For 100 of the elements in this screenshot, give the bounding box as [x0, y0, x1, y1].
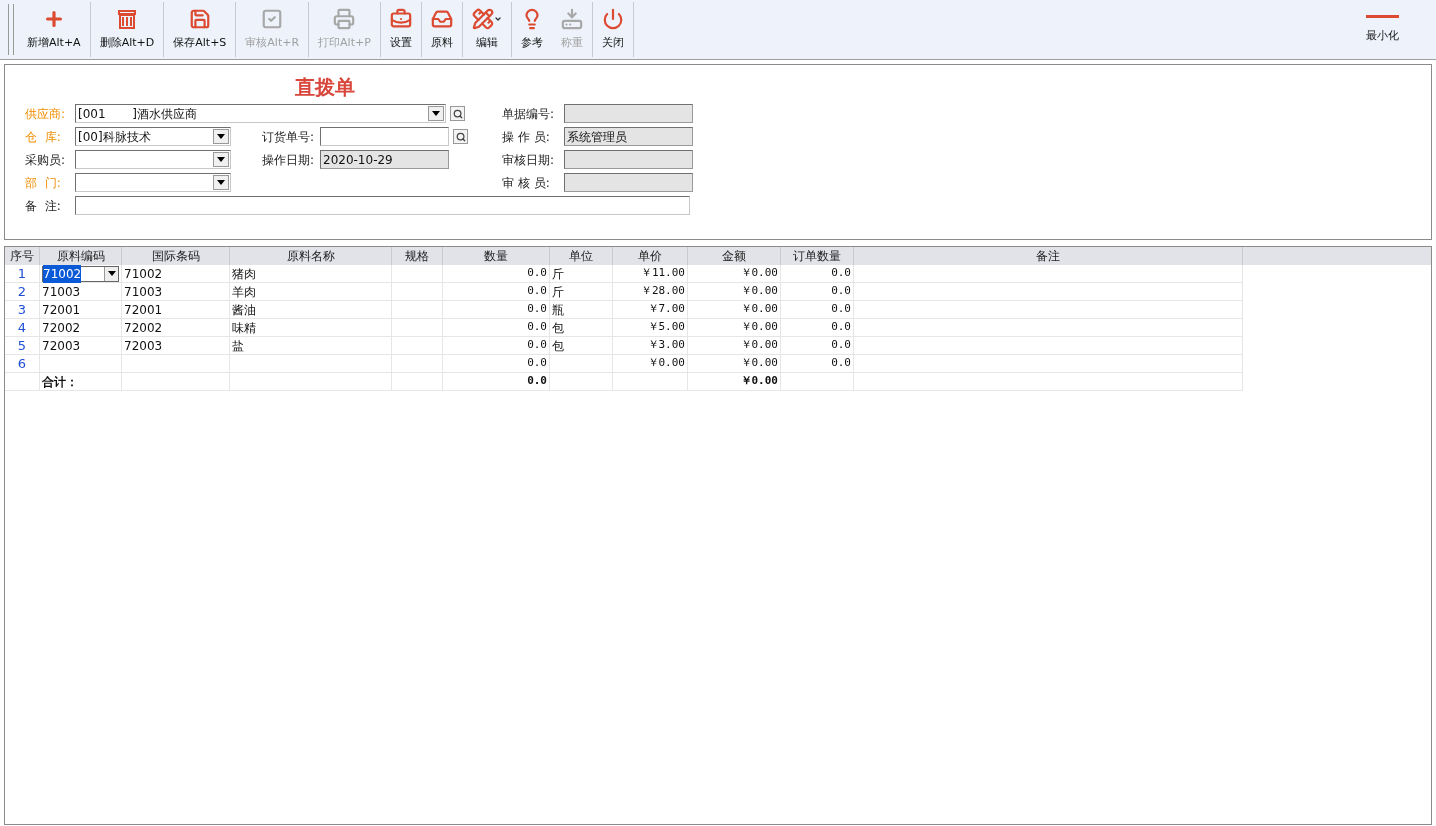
- column-header: 金额: [688, 247, 781, 265]
- form-title: 直拨单: [294, 75, 356, 99]
- total-cell: ￥0.00: [688, 373, 781, 391]
- table-cell: 0.0: [443, 319, 550, 337]
- dropdown-button[interactable]: [428, 106, 444, 121]
- table-cell: 0.0: [443, 301, 550, 319]
- toolbar-button[interactable]: 原料: [421, 2, 462, 57]
- table-cell: ￥3.00: [613, 337, 688, 355]
- caret-icon: [217, 134, 225, 139]
- field-label: 审 核 员:: [502, 174, 551, 192]
- column-header: 原料名称: [230, 247, 392, 265]
- field-label: 备 注:: [25, 197, 62, 215]
- column-header: 国际条码: [122, 247, 230, 265]
- table-cell: 0.0: [781, 337, 854, 355]
- table-cell: [392, 265, 443, 283]
- table-cell: 猪肉: [230, 265, 392, 283]
- column-header: 规格: [392, 247, 443, 265]
- input-field[interactable]: [564, 173, 693, 192]
- dropdown-field[interactable]: [75, 150, 231, 169]
- table-cell: 71003: [122, 283, 230, 301]
- field-label: 供应商:: [25, 105, 67, 123]
- table-cell: [392, 283, 443, 301]
- table-cell: 2: [5, 283, 40, 301]
- table-cell: ￥0.00: [688, 337, 781, 355]
- toolbar-button[interactable]: 关闭: [592, 2, 633, 57]
- table-cell: ￥28.00: [613, 283, 688, 301]
- dropdown-field[interactable]: [00]科脉技术: [75, 127, 231, 146]
- table-cell: 0.0: [443, 283, 550, 301]
- dropdown-field[interactable]: [75, 173, 231, 192]
- dropdown-button[interactable]: [213, 175, 229, 190]
- search-button[interactable]: [450, 106, 465, 121]
- table-cell: 0.0: [443, 265, 550, 283]
- table-cell: ￥0.00: [688, 283, 781, 301]
- caret-icon: [217, 180, 225, 185]
- dropdown-button[interactable]: [213, 129, 229, 144]
- table-cell: ￥5.00: [613, 319, 688, 337]
- column-header: 数量: [443, 247, 550, 265]
- table-cell: 6: [5, 355, 40, 373]
- input-field[interactable]: [564, 104, 693, 123]
- table-cell: ￥0.00: [688, 265, 781, 283]
- table-cell: 0.0: [781, 355, 854, 373]
- caret-icon: [107, 271, 116, 276]
- table-cell: 72003: [122, 337, 230, 355]
- field-label: 部 门:: [25, 174, 62, 192]
- input-field[interactable]: [75, 196, 690, 215]
- field-label: 操 作 员:: [502, 128, 551, 146]
- input-field[interactable]: [564, 150, 693, 169]
- table-cell: 斤: [550, 265, 613, 283]
- input-field[interactable]: [320, 127, 449, 146]
- minimize-icon: [1365, 14, 1399, 18]
- power-icon: [601, 8, 624, 31]
- field-label: 审核日期:: [502, 151, 556, 169]
- toolbar-button[interactable]: 保存Alt+S: [164, 2, 236, 57]
- dropdown-field[interactable]: [001 ]酒水供应商: [75, 104, 446, 123]
- table-cell: [392, 337, 443, 355]
- table-cell: ￥0.00: [613, 355, 688, 373]
- table-cell: 5: [5, 337, 40, 355]
- pencil-ruler-icon: [471, 8, 494, 31]
- search-icon: [452, 108, 463, 119]
- table-cell: 0.0: [443, 337, 550, 355]
- field-label: 操作日期:: [262, 151, 316, 169]
- minimize-button[interactable]: 最小化: [1352, 0, 1412, 59]
- table-cell: 0.0: [781, 265, 854, 283]
- table-cell: 包: [550, 319, 613, 337]
- download-tray-icon: [560, 8, 583, 31]
- toolbar-button[interactable]: 删除Alt+D: [90, 2, 164, 57]
- table-cell: 0.0: [781, 301, 854, 319]
- input-field[interactable]: 系统管理员: [564, 127, 693, 146]
- table-cell: 72002: [40, 319, 122, 337]
- table-cell: 3: [5, 301, 40, 319]
- total-cell: 合计：: [40, 373, 122, 391]
- code-dropdown[interactable]: 71002: [42, 265, 119, 282]
- search-button[interactable]: [453, 129, 468, 144]
- dropdown-button[interactable]: [213, 152, 229, 167]
- input-field[interactable]: 2020-10-29: [320, 150, 449, 169]
- table-cell: 斤: [550, 283, 613, 301]
- table-cell: 羊肉: [230, 283, 392, 301]
- table-cell: [392, 319, 443, 337]
- table-cell: 4: [5, 319, 40, 337]
- column-header: 备注: [854, 247, 1243, 265]
- table-cell: ￥0.00: [688, 355, 781, 373]
- toolbar-button[interactable]: 设置: [380, 2, 421, 57]
- field-label: 单据编号:: [502, 105, 556, 123]
- table-cell: 72001: [40, 301, 122, 319]
- column-header: 序号: [5, 247, 40, 265]
- table-cell: 味精: [230, 319, 392, 337]
- toolbar-button[interactable]: 参考: [511, 2, 552, 57]
- total-cell: [392, 373, 443, 391]
- total-cell: [550, 373, 613, 391]
- table-cell: [392, 355, 443, 373]
- table-cell: 72002: [122, 319, 230, 337]
- printer-icon: [333, 8, 356, 31]
- table-cell: 71002: [122, 265, 230, 283]
- toolbar-button[interactable]: 新增Alt+A: [18, 2, 90, 57]
- total-cell: 0.0: [443, 373, 550, 391]
- toolbar-button[interactable]: 编辑: [462, 2, 511, 57]
- table-cell: 酱油: [230, 301, 392, 319]
- field-label: 订货单号:: [262, 128, 316, 146]
- caret-icon: [432, 111, 440, 116]
- table-cell: 盐: [230, 337, 392, 355]
